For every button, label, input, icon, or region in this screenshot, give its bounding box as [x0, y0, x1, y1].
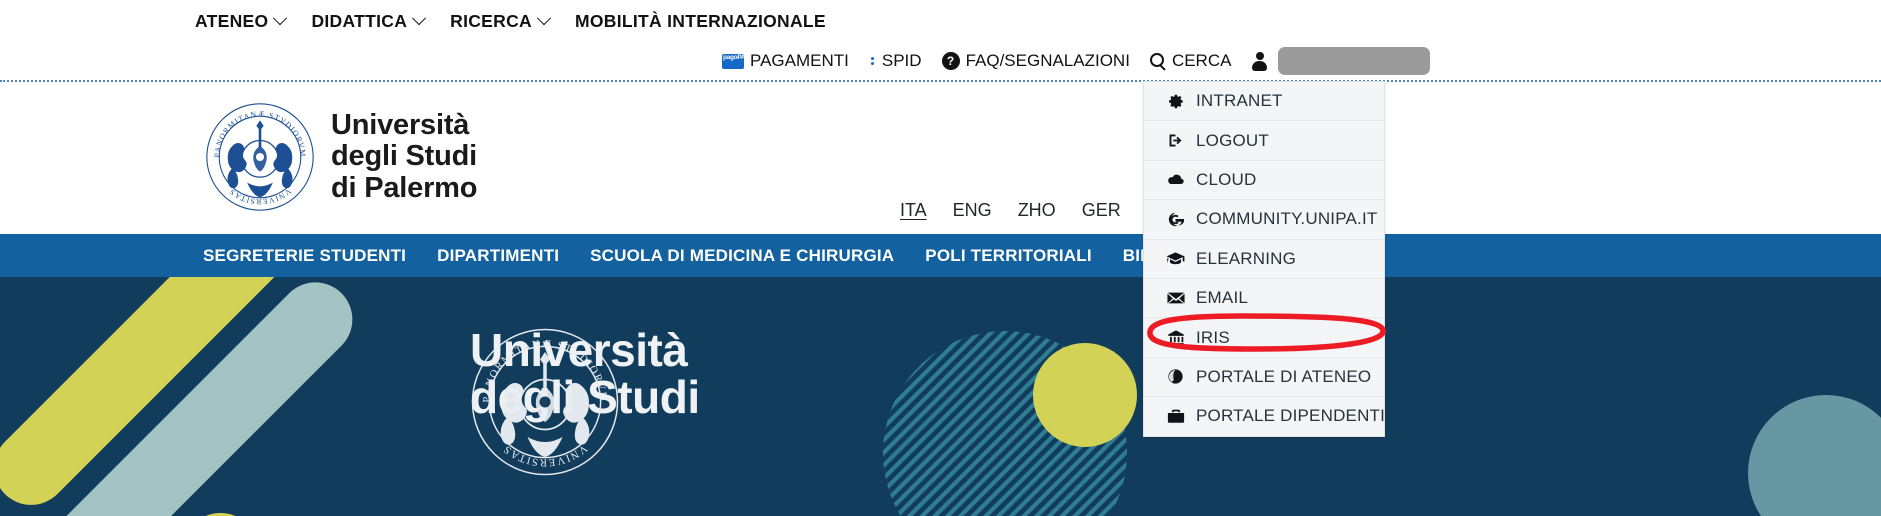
user-account-menu[interactable] [1251, 47, 1431, 75]
topnav-item-mobilita-internazionale[interactable]: MOBILITÀ INTERNAZIONALE [575, 11, 826, 32]
utility-item-pagamenti[interactable]: PAGAMENTI [722, 51, 849, 71]
brand-band: PANORMITANÆ STVDIORVM VNIVERSITAS Univer… [0, 82, 1881, 234]
graduation-cap-icon [1166, 251, 1185, 266]
dropdown-label: IRIS [1196, 327, 1230, 347]
chevron-down-icon [536, 11, 552, 26]
topnav-label: RICERCA [450, 10, 532, 31]
dropdown-item-logout[interactable]: LOGOUT [1144, 121, 1384, 161]
dropdown-label: INTRANET [1196, 91, 1283, 111]
bluenav-item-scuola-di-medicina[interactable]: SCUOLA DI MEDICINA E CHIRURGIA [590, 246, 894, 266]
globe-icon [1166, 368, 1185, 385]
envelope-icon [1166, 291, 1185, 305]
utility-navigation: PAGAMENTI SPID ? FAQ/SEGNALAZIONI CERCA [0, 42, 1881, 80]
dropdown-label: EMAIL [1196, 288, 1249, 308]
search-icon [1149, 53, 1166, 69]
primary-top-navigation: ATENEO DIDATTICA RICERCA MOBILITÀ INTERN… [0, 0, 1881, 42]
hero-banner: PANORMITANÆ STVDIORVM VNIVERSITAS Univer… [0, 277, 1881, 516]
utility-label: PAGAMENTI [750, 51, 849, 70]
hero-decorative-graphics [0, 277, 1881, 516]
cloud-icon [1166, 173, 1185, 187]
language-option-eng[interactable]: ENG [953, 200, 992, 221]
university-seal-icon: PANORMITANÆ STVDIORVM VNIVERSITAS [206, 103, 314, 211]
dropdown-item-elearning[interactable]: ELEARNING [1144, 240, 1384, 279]
hero-university-seal-icon: PANORMITANÆ STVDIORVM VNIVERSITAS [471, 328, 619, 476]
topnav-item-ricerca[interactable]: RICERCA [450, 10, 552, 32]
account-dropdown-menu: INTRANET LOGOUT CLOUD COMMUNITY.UNIPA.IT [1143, 81, 1385, 437]
utility-item-spid[interactable]: SPID [869, 51, 922, 71]
briefcase-icon [1166, 408, 1185, 424]
user-icon [1251, 51, 1268, 71]
spid-icon [869, 55, 876, 67]
topnav-item-ateneo[interactable]: ATENEO [195, 10, 288, 32]
dropdown-label: PORTALE DI ATENEO [1196, 366, 1372, 386]
bluenav-item-dipartimenti[interactable]: DIPARTIMENTI [437, 246, 559, 266]
gear-icon [1166, 93, 1185, 110]
utility-item-cerca[interactable]: CERCA [1149, 51, 1232, 71]
utility-label: SPID [881, 51, 922, 70]
dropdown-item-portale-di-ateneo[interactable]: PORTALE DI ATENEO [1144, 358, 1384, 398]
hero-wordmark: PANORMITANÆ STVDIORVM VNIVERSITAS Univer… [470, 326, 700, 476]
pagopa-icon [722, 53, 744, 69]
bank-icon [1166, 329, 1185, 346]
utility-label: FAQ/SEGNALAZIONI [965, 51, 1130, 70]
dropdown-label: ELEARNING [1196, 248, 1297, 268]
bluenav-item-poli-territoriali[interactable]: POLI TERRITORIALI [925, 246, 1091, 266]
dropdown-item-community-unipa[interactable]: COMMUNITY.UNIPA.IT [1144, 200, 1384, 240]
topnav-label: MOBILITÀ INTERNAZIONALE [574, 10, 826, 31]
utility-item-faq[interactable]: ? FAQ/SEGNALAZIONI [941, 51, 1130, 71]
dropdown-item-iris[interactable]: IRIS [1144, 318, 1384, 358]
dropdown-label: LOGOUT [1196, 130, 1269, 150]
topnav-item-didattica[interactable]: DIDATTICA [311, 10, 427, 32]
language-option-ger[interactable]: GER [1082, 200, 1121, 221]
topnav-label: DIDATTICA [311, 10, 408, 31]
secondary-blue-navigation: SEGRETERIE STUDENTI DIPARTIMENTI SCUOLA … [0, 234, 1881, 277]
utility-label: CERCA [1171, 51, 1232, 70]
dropdown-item-portale-dipendenti[interactable]: PORTALE DIPENDENTI [1144, 397, 1386, 435]
language-option-ita[interactable]: ITA [900, 200, 927, 221]
language-option-zho[interactable]: ZHO [1018, 200, 1056, 221]
topnav-label: ATENEO [195, 10, 269, 31]
chevron-down-icon [273, 11, 288, 26]
username-redacted [1278, 47, 1431, 75]
brand-wordmark: Università degli Studi di Palermo [331, 110, 477, 203]
question-mark-icon: ? [941, 52, 960, 70]
logout-icon [1166, 132, 1185, 149]
dropdown-item-email[interactable]: EMAIL [1144, 279, 1384, 319]
brand-line-3: di Palermo [331, 171, 478, 204]
dropdown-item-cloud[interactable]: CLOUD [1144, 161, 1384, 201]
dropdown-label: PORTALE DIPENDENTI [1196, 406, 1386, 426]
page-root: ATENEO DIDATTICA RICERCA MOBILITÀ INTERN… [0, 0, 1881, 516]
bluenav-item-segreterie-studenti[interactable]: SEGRETERIE STUDENTI [203, 246, 406, 266]
dropdown-label: CLOUD [1196, 169, 1257, 189]
google-g-icon [1166, 211, 1185, 228]
chevron-down-icon [412, 11, 427, 26]
brand-line-2: degli Studi [331, 140, 478, 173]
dropdown-label: COMMUNITY.UNIPA.IT [1196, 209, 1378, 229]
site-logo[interactable]: PANORMITANÆ STVDIORVM VNIVERSITAS Univer… [205, 102, 477, 212]
brand-line-1: Università [331, 109, 470, 142]
dropdown-item-intranet[interactable]: INTRANET [1144, 82, 1384, 122]
language-switcher: ITA ENG ZHO GER SPA [900, 200, 1181, 221]
